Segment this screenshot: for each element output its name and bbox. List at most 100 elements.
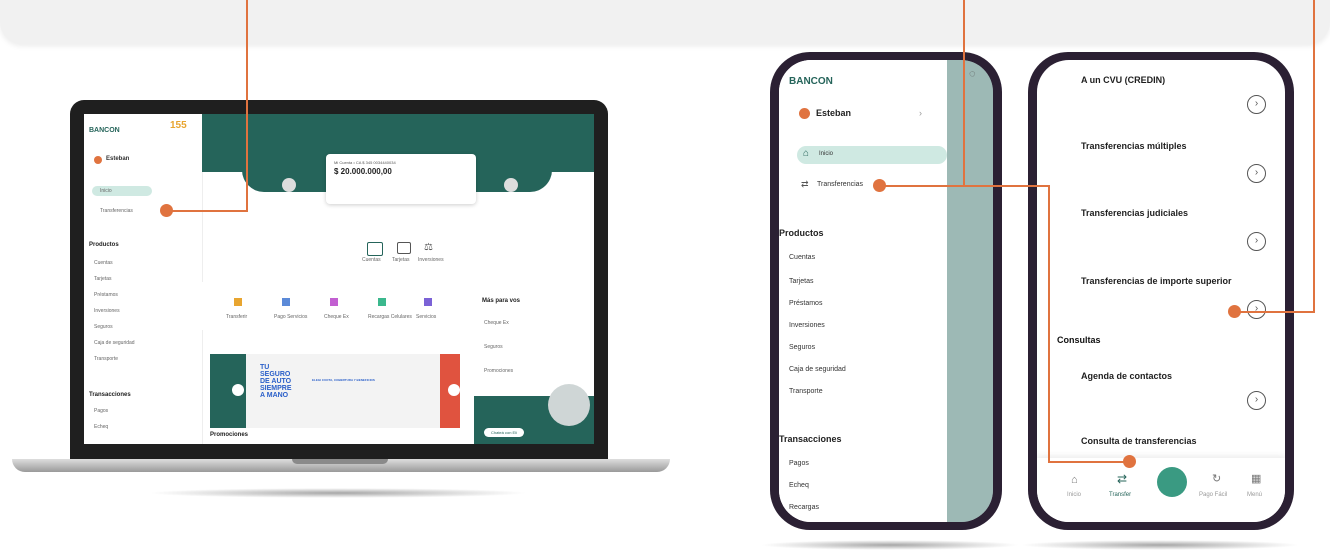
menu-inicio[interactable]: ⌂ Inicio [797,146,947,164]
phone-left-screen: BANCON Esteban › ⌂ Inicio ⇄ Transferenci… [779,60,993,522]
consulta-option-label: Consulta de transferencias [1081,436,1197,446]
promo-prev[interactable] [232,384,244,396]
option-judiciales[interactable]: Transferencias judiciales [1081,208,1188,218]
product-item[interactable]: Inversiones [94,308,120,314]
transfer-icon[interactable] [234,298,242,306]
more-item[interactable]: Seguros [484,344,503,350]
option-importe-superior[interactable]: Transferencias de importe superior [1081,276,1232,286]
transactions-title: Transacciones [779,434,842,444]
product-item[interactable]: Seguros [94,324,113,330]
account-balance: $ 20.000.000,00 [334,167,392,176]
callout-dot [160,204,173,217]
user-name[interactable]: Esteban [106,156,129,162]
account-card[interactable]: Mi Cuenta • CA $ 345 0034440034 $ 20.000… [326,154,476,204]
home-icon: ⌂ [803,148,810,159]
more-item[interactable]: Promociones [484,368,513,374]
chevron-right-icon[interactable]: › [1247,232,1266,251]
transaction-item[interactable]: Echeq [94,424,108,430]
consulta-option-label: Agenda de contactos [1081,371,1172,381]
promo-next[interactable] [448,384,460,396]
logo-badge: 155 [170,120,187,131]
drawer-menu: BANCON Esteban › ⌂ Inicio ⇄ Transferenci… [779,60,947,522]
avatar [799,108,810,119]
phone-left-shadow [760,540,1020,550]
transfer-option-label: Transferencias múltiples [1081,141,1187,151]
callout-line [166,210,248,212]
callout-line [1313,0,1315,312]
callout-line [878,185,1050,187]
promo-tagline: ELEGI CUOTA, COBERTURA Y BENEFICIOS [312,378,375,382]
product-item[interactable]: Préstamos [789,300,822,307]
chevron-right-icon[interactable]: › [1247,95,1266,114]
product-item[interactable]: Transporte [789,388,823,395]
menu-transferencias[interactable]: Transferencias [100,208,133,214]
menu-inicio-label: Inicio [819,151,834,157]
nav-label[interactable]: Inicio [1067,492,1081,498]
product-item[interactable]: Cuentas [94,260,113,266]
accounts-icon[interactable] [367,242,383,256]
more-item[interactable]: Cheque Ex [484,320,509,326]
product-item[interactable]: Caja de seguridad [789,366,846,373]
callout-dot [1228,305,1241,318]
nav-label[interactable]: Transfer [1109,492,1131,498]
menu-inicio[interactable]: Inicio [92,186,152,196]
product-item[interactable]: Préstamos [94,292,118,298]
carousel-prev[interactable] [282,178,296,192]
phone-right-shadow [1020,540,1300,550]
qr-scan-button[interactable] [1157,467,1187,497]
chevron-right-icon[interactable]: › [1247,300,1266,319]
bell-icon[interactable]: ◌ [969,68,976,80]
brand-logo: BANCON [89,127,120,134]
cards-icon[interactable] [397,242,411,254]
option-multiples[interactable]: Transferencias múltiples [1081,141,1187,151]
chevron-right-icon[interactable]: › [1247,164,1266,183]
shortcut-label: Pago Servicios [274,314,308,320]
menu-inicio-label: Inicio [100,188,112,194]
nav-label[interactable]: Pago Fácil [1199,492,1227,498]
cheque-icon[interactable] [330,298,338,306]
section-consultas: Consultas [1057,335,1101,345]
option-agenda[interactable]: Agenda de contactos [1081,371,1172,381]
servicios-icon[interactable] [424,298,432,306]
nav-label[interactable]: Menú [1247,492,1262,498]
investments-icon[interactable]: ⚖ [424,242,433,253]
laptop-main: Mi Cuenta • CA $ 345 0034440034 $ 20.000… [202,114,594,444]
option-consulta-transferencias[interactable]: Consulta de transferencias [1081,436,1197,446]
services-icon[interactable] [282,298,290,306]
assistant-avatar [548,384,590,426]
chevron-right-icon[interactable]: › [1247,391,1266,410]
callout-line [1048,461,1130,463]
promo-banner[interactable]: TU SEGURO DE AUTO SIEMPRE A MANO ELEGI C… [210,354,460,428]
transaction-item[interactable]: Recargas [789,504,819,511]
transfer-icon: ⇄ [801,179,809,189]
transaction-item[interactable]: Pagos [94,408,108,414]
product-item[interactable]: Caja de seguridad [94,340,135,346]
recharge-icon[interactable] [378,298,386,306]
product-item[interactable]: Transporte [94,356,118,362]
option-cvu[interactable]: A un CVU (CREDIN) [1081,75,1165,85]
callout-line [1234,311,1315,313]
menu-grid-icon[interactable]: ▦ [1251,472,1261,485]
callout-dot [1123,455,1136,468]
callout-line [1048,185,1050,463]
transaction-item[interactable]: Echeq [789,482,809,489]
transactions-title: Transacciones [89,392,131,398]
shortcuts-row: Transferir Pago Servicios Cheque Ex Reca… [202,282,474,330]
user-name[interactable]: Esteban [816,108,851,118]
transfer-icon[interactable]: ⇄ [1117,472,1127,486]
product-item[interactable]: Cuentas [789,254,815,261]
product-item[interactable]: Tarjetas [789,278,814,285]
help-button[interactable]: Chateá con Eli [484,428,524,437]
carousel-next[interactable] [504,178,518,192]
menu-transferencias[interactable]: Transferencias [817,181,863,188]
laptop-sidebar: BANCON 155 Esteban Inicio Transferencias… [84,114,203,444]
home-icon[interactable]: ⌂ [1071,474,1078,486]
pago-facil-icon[interactable]: ↻ [1212,472,1221,485]
product-item[interactable]: Tarjetas [94,276,112,282]
chevron-right-icon[interactable]: › [919,108,922,118]
product-item[interactable]: Seguros [789,344,815,351]
quick-action-label: Tarjetas [392,257,410,263]
transaction-item[interactable]: Pagos [789,460,809,467]
product-item[interactable]: Inversiones [789,322,825,329]
shortcut-label: Servicios [416,314,437,320]
